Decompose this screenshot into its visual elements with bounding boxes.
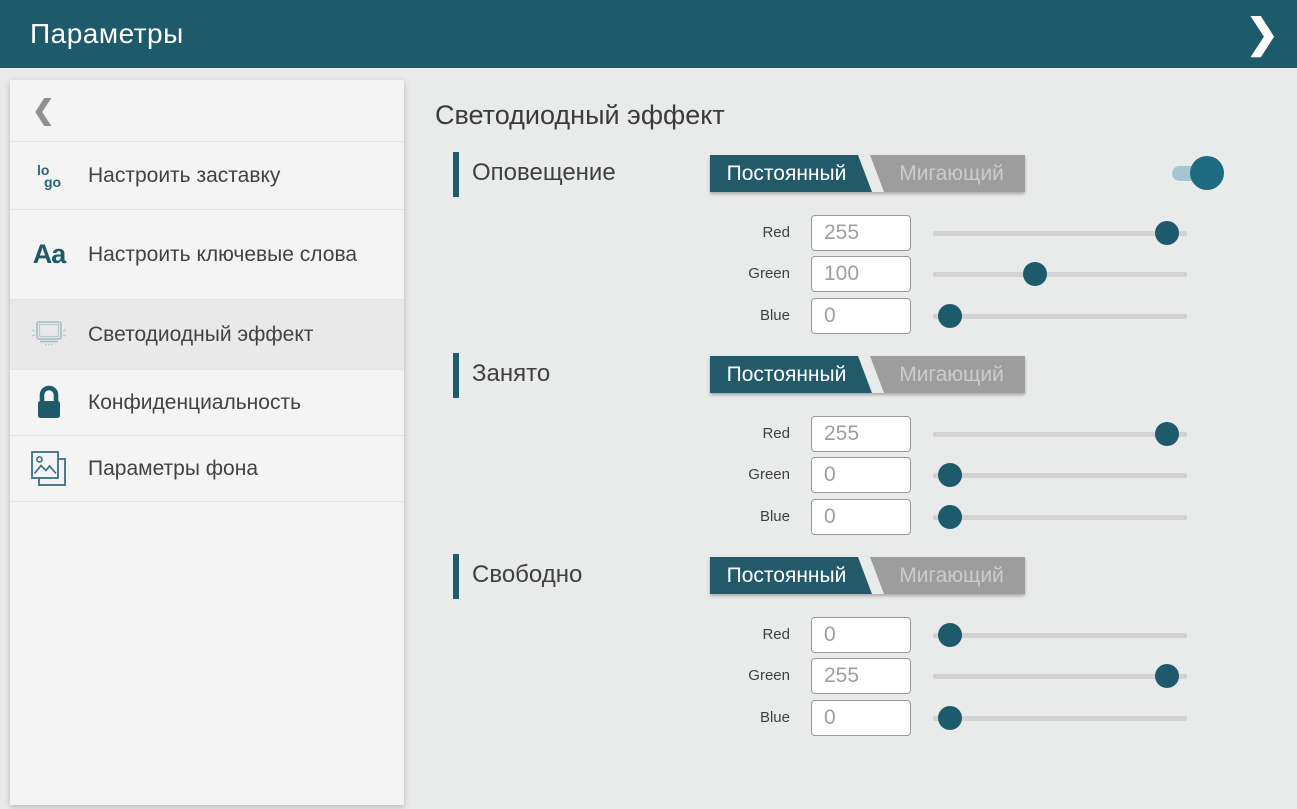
- channel-slider[interactable]: [933, 432, 1187, 437]
- sidebar-item-label: Настроить ключевые слова: [88, 242, 371, 268]
- section-accent-bar: [453, 353, 459, 398]
- channel-row: Blue: [435, 499, 1265, 535]
- section-title: Оповещение: [472, 150, 616, 195]
- sidebar-collapse-button[interactable]: ❮: [10, 80, 404, 142]
- sidebar-item-keywords[interactable]: Aa Настроить ключевые слова: [10, 210, 404, 300]
- channel-label: Green: [690, 256, 790, 292]
- channel-row: Red: [435, 416, 1265, 452]
- section-free: Свободно Мигающий Постоянный Red Green B…: [435, 552, 1265, 752]
- channel-slider[interactable]: [933, 716, 1187, 721]
- logo-text-icon: logo: [10, 164, 88, 188]
- section-notification: Оповещение Мигающий Постоянный Red Green…: [435, 150, 1265, 350]
- channel-slider[interactable]: [933, 272, 1187, 277]
- monitor-icon: [10, 317, 88, 353]
- section-accent-bar: [453, 152, 459, 197]
- sidebar-item-label: Параметры фона: [88, 456, 272, 482]
- mode-option-label: Постоянный: [727, 564, 847, 588]
- channel-row: Red: [435, 617, 1265, 653]
- channel-label: Blue: [690, 499, 790, 535]
- channel-slider[interactable]: [933, 314, 1187, 319]
- mode-toggle: Мигающий Постоянный: [710, 557, 1025, 594]
- sidebar-item-label: Конфиденциальность: [88, 390, 315, 416]
- channel-input[interactable]: [811, 416, 911, 452]
- lock-icon: [10, 384, 88, 422]
- section-busy: Занято Мигающий Постоянный Red Green Blu…: [435, 351, 1265, 551]
- channel-row: Blue: [435, 298, 1265, 334]
- app-header: Параметры ❯: [0, 0, 1297, 68]
- mode-option-label: Мигающий: [899, 363, 1004, 387]
- mode-option-label: Постоянный: [727, 162, 847, 186]
- section-title: Свободно: [472, 552, 582, 597]
- section-title: Занято: [472, 351, 550, 396]
- channel-input[interactable]: [811, 457, 911, 493]
- channel-label: Blue: [690, 700, 790, 736]
- slider-thumb[interactable]: [938, 505, 962, 529]
- slider-thumb[interactable]: [938, 304, 962, 328]
- channel-label: Red: [690, 617, 790, 653]
- channel-slider[interactable]: [933, 473, 1187, 478]
- power-toggle[interactable]: [1172, 155, 1262, 192]
- sidebar-item-screensaver[interactable]: logo Настроить заставку: [10, 142, 404, 210]
- mode-toggle: Мигающий Постоянный: [710, 356, 1025, 393]
- settings-sidebar: ❮ logo Настроить заставку Aa Настроить к…: [10, 80, 404, 805]
- channel-row: Red: [435, 215, 1265, 251]
- mode-option-label: Мигающий: [899, 564, 1004, 588]
- mode-toggle: Мигающий Постоянный: [710, 155, 1025, 192]
- slider-thumb[interactable]: [938, 706, 962, 730]
- aa-icon: Aa: [10, 239, 88, 270]
- sidebar-item-label: Светодиодный эффект: [88, 322, 327, 348]
- channel-slider[interactable]: [933, 674, 1187, 679]
- channel-input[interactable]: [811, 658, 911, 694]
- channel-row: Green: [435, 256, 1265, 292]
- sidebar-item-led-effect[interactable]: Светодиодный эффект: [10, 300, 404, 370]
- mode-option-label: Постоянный: [727, 363, 847, 387]
- channel-row: Green: [435, 457, 1265, 493]
- slider-thumb[interactable]: [1155, 664, 1179, 688]
- channel-input[interactable]: [811, 298, 911, 334]
- power-toggle-knob: [1190, 156, 1224, 190]
- section-accent-bar: [453, 554, 459, 599]
- channel-input[interactable]: [811, 499, 911, 535]
- channel-row: Blue: [435, 700, 1265, 736]
- images-icon: [10, 448, 88, 490]
- channel-slider[interactable]: [933, 633, 1187, 638]
- mode-option-label: Мигающий: [899, 162, 1004, 186]
- chevron-right-icon[interactable]: ❯: [1245, 14, 1279, 54]
- channel-input[interactable]: [811, 617, 911, 653]
- sidebar-item-privacy[interactable]: Конфиденциальность: [10, 370, 404, 436]
- slider-thumb[interactable]: [1155, 221, 1179, 245]
- channel-row: Green: [435, 658, 1265, 694]
- channel-slider[interactable]: [933, 515, 1187, 520]
- content-title: Светодиодный эффект: [435, 100, 725, 131]
- channel-label: Red: [690, 416, 790, 452]
- chevron-left-icon: ❮: [32, 95, 55, 126]
- channel-input[interactable]: [811, 700, 911, 736]
- channel-slider[interactable]: [933, 231, 1187, 236]
- channel-label: Green: [690, 457, 790, 493]
- page-title: Параметры: [30, 18, 184, 50]
- sidebar-item-label: Настроить заставку: [88, 163, 294, 189]
- sidebar-item-background[interactable]: Параметры фона: [10, 436, 404, 502]
- channel-input[interactable]: [811, 256, 911, 292]
- channel-input[interactable]: [811, 215, 911, 251]
- channel-label: Blue: [690, 298, 790, 334]
- channel-label: Red: [690, 215, 790, 251]
- slider-thumb[interactable]: [1023, 262, 1047, 286]
- channel-label: Green: [690, 658, 790, 694]
- slider-thumb[interactable]: [938, 623, 962, 647]
- slider-thumb[interactable]: [1155, 422, 1179, 446]
- slider-thumb[interactable]: [938, 463, 962, 487]
